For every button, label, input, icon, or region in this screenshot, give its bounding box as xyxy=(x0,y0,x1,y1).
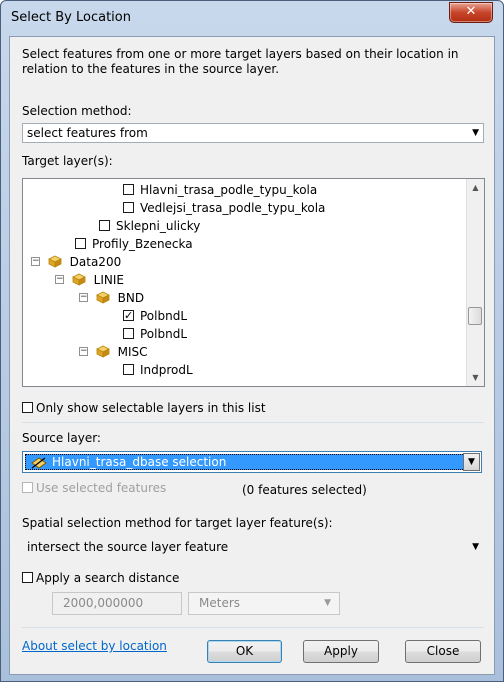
tree-item-label: IndprodL xyxy=(140,363,193,377)
tree-item-label: Sklepni_ulicky xyxy=(116,219,201,233)
target-layers-tree[interactable]: Hlavni_trasa_podle_typu_kola Vedlejsi_tr… xyxy=(22,178,485,387)
distance-units-dropdown[interactable]: Meters ▼ xyxy=(188,592,340,615)
use-selected-label: Use selected features xyxy=(36,481,167,495)
spatial-method-value: intersect the source layer feature xyxy=(27,540,229,554)
tree-item-label: Vedlejsi_trasa_podle_typu_kola xyxy=(140,201,326,215)
only-selectable-label: Only show selectable layers in this list xyxy=(36,401,266,415)
layer-group-icon xyxy=(95,345,110,358)
search-distance-checkbox[interactable] xyxy=(22,572,33,583)
description-text: Select features from one or more target … xyxy=(22,47,459,76)
window-title: Select By Location xyxy=(11,10,131,25)
only-selectable-option[interactable]: Only show selectable layers in this list xyxy=(22,401,266,415)
chevron-down-icon[interactable]: ▼ xyxy=(463,453,480,471)
tree-group-misc[interactable]: − MISC xyxy=(79,343,148,362)
source-layer-dropdown[interactable]: Hlavni_trasa_dbase selection ▼ xyxy=(22,451,482,473)
tree-item-label: LINIE xyxy=(93,273,124,287)
minus-box-icon[interactable]: − xyxy=(31,257,40,266)
spatial-method-dropdown[interactable]: intersect the source layer feature ▼ xyxy=(22,537,484,557)
tree-item[interactable]: Hlavni_trasa_podle_typu_kola xyxy=(123,181,317,200)
use-selected-checkbox[interactable] xyxy=(22,482,33,493)
tree-item[interactable]: Vedlejsi_trasa_podle_typu_kola xyxy=(123,199,325,218)
help-link[interactable]: About select by location xyxy=(22,639,167,653)
selection-method-value: select features from xyxy=(27,126,148,140)
tree-item-label: Data200 xyxy=(69,255,122,269)
scroll-up-icon[interactable]: ▲ xyxy=(467,179,484,196)
tree-item[interactable]: Profily_Bzenecka xyxy=(75,235,193,254)
search-distance-label: Apply a search distance xyxy=(36,571,180,585)
layer-checkbox[interactable] xyxy=(99,220,110,231)
layer-checkbox-checked[interactable]: ✓ xyxy=(123,310,134,321)
search-distance-input[interactable]: 2000,000000 xyxy=(52,592,182,615)
source-layer-value: Hlavni_trasa_dbase selection xyxy=(52,455,227,469)
source-layer-selected: Hlavni_trasa_dbase selection xyxy=(25,454,465,470)
divider xyxy=(22,627,484,628)
layer-group-icon xyxy=(71,273,86,286)
tree-group-bnd[interactable]: − BND xyxy=(79,289,144,308)
minus-box-icon[interactable]: − xyxy=(79,293,88,302)
chevron-down-icon: ▼ xyxy=(472,542,479,552)
layer-checkbox[interactable] xyxy=(123,202,134,213)
chevron-down-icon: ▼ xyxy=(324,598,331,608)
tree-item[interactable]: IndprodL xyxy=(123,361,193,380)
search-distance-option[interactable]: Apply a search distance xyxy=(22,571,179,585)
tree-item[interactable]: PolbndL xyxy=(123,325,187,344)
minus-box-icon[interactable]: − xyxy=(55,275,64,284)
tree-item-label: Hlavni_trasa_podle_typu_kola xyxy=(140,183,318,197)
layer-checkbox[interactable] xyxy=(123,328,134,339)
ok-button[interactable]: OK xyxy=(207,640,282,663)
selection-method-dropdown[interactable]: select features from ▼ xyxy=(22,123,484,143)
tree-item-label: PolbndL xyxy=(140,309,188,323)
dialog-body: Select features from one or more target … xyxy=(9,36,495,675)
layer-checkbox[interactable] xyxy=(123,364,134,375)
tree-item-label: MISC xyxy=(117,345,148,359)
tree-scrollbar[interactable]: ▲ ▼ xyxy=(466,179,484,386)
target-layers-label: Target layer(s): xyxy=(22,154,113,168)
tree-group-data200[interactable]: − Data200 xyxy=(31,253,121,272)
tree-group-linie[interactable]: − LINIE xyxy=(55,271,124,290)
chevron-down-icon: ▼ xyxy=(472,128,479,138)
use-selected-option[interactable]: Use selected features xyxy=(22,481,166,495)
apply-button[interactable]: Apply xyxy=(303,640,379,663)
distance-units-value: Meters xyxy=(199,596,241,610)
divider xyxy=(22,422,484,423)
close-window-button[interactable]: ✕ xyxy=(449,2,493,23)
minus-box-icon[interactable]: − xyxy=(79,347,88,356)
tree-item-label: Profily_Bzenecka xyxy=(92,237,193,251)
title-bar[interactable]: Select By Location ✕ xyxy=(1,1,503,35)
scroll-down-icon[interactable]: ▼ xyxy=(467,369,484,386)
layer-selection-icon xyxy=(31,457,47,469)
close-button[interactable]: Close xyxy=(405,640,481,663)
dialog-window: Select By Location ✕ Select features fro… xyxy=(0,0,504,682)
spatial-method-label: Spatial selection method for target laye… xyxy=(22,516,333,530)
selection-method-label: Selection method: xyxy=(22,104,132,118)
layer-checkbox[interactable] xyxy=(75,238,86,249)
layer-group-icon xyxy=(95,291,110,304)
only-selectable-checkbox[interactable] xyxy=(22,402,33,413)
tree-item[interactable]: ✓ PolbndL xyxy=(123,307,187,326)
layer-group-icon xyxy=(47,255,62,268)
selected-count-text: (0 features selected) xyxy=(242,483,367,497)
tree-item[interactable]: Sklepni_ulicky xyxy=(99,217,200,236)
tree-item-label: PolbndL xyxy=(140,327,188,341)
layer-checkbox[interactable] xyxy=(123,184,134,195)
scroll-thumb[interactable] xyxy=(468,307,482,325)
source-layer-label: Source layer: xyxy=(22,431,101,445)
tree-item-label: BND xyxy=(117,291,145,305)
